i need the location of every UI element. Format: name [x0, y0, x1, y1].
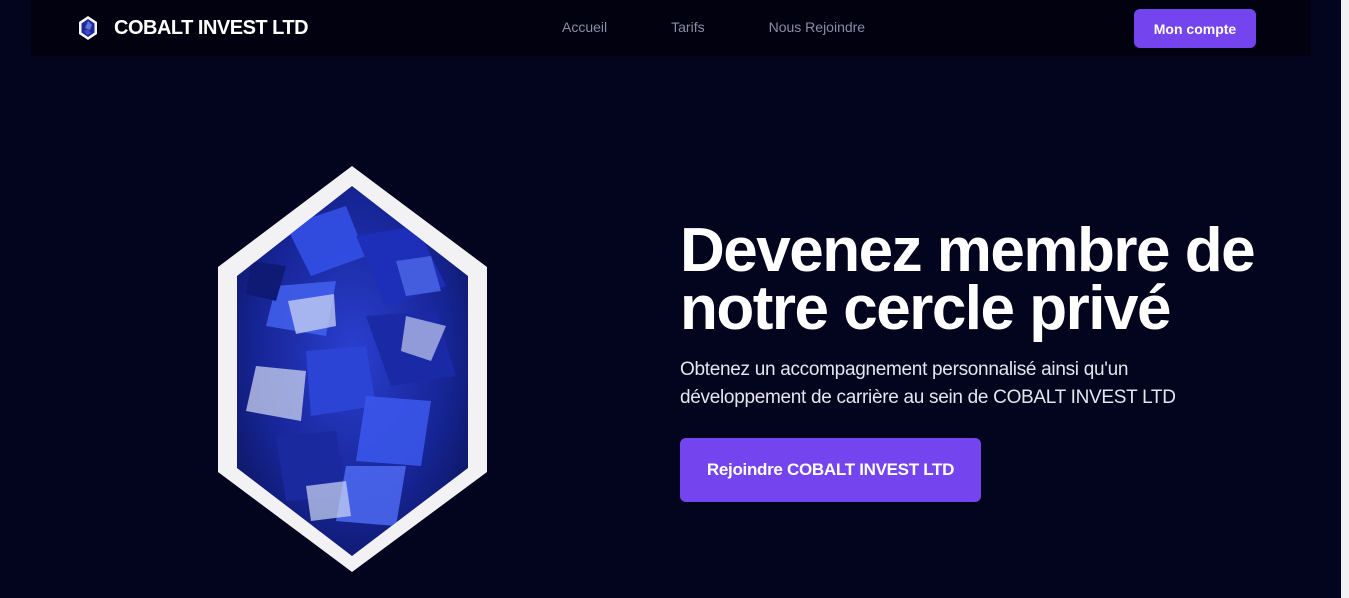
hero-subtitle-line1: Obtenez un accompagnement personnalisé a…	[680, 359, 1129, 380]
hero-title-line2: notre cercle privé	[680, 274, 1171, 343]
top-navbar: COBALT INVEST LTD Accueil Tarifs Nous Re…	[31, 0, 1311, 56]
hero-subtitle-line2: développement de carrière au sein de COB…	[680, 387, 1176, 408]
hero-title: Devenez membre de notre cercle privé	[680, 220, 1320, 340]
cobalt-crystal-hexagon-image	[218, 166, 487, 572]
main-nav: Accueil Tarifs Nous Rejoindre	[562, 19, 929, 35]
hexagon-crystal-icon	[79, 16, 97, 40]
hero-subtitle: Obtenez un accompagnement personnalisé a…	[680, 356, 1280, 412]
account-button[interactable]: Mon compte	[1134, 9, 1256, 48]
brand-name: COBALT INVEST LTD	[114, 16, 309, 39]
nav-link-tarifs[interactable]: Tarifs	[671, 19, 704, 35]
brand[interactable]: COBALT INVEST LTD	[78, 15, 309, 41]
nav-link-nous-rejoindre[interactable]: Nous Rejoindre	[769, 19, 866, 35]
join-cta-button[interactable]: Rejoindre COBALT INVEST LTD	[680, 438, 981, 502]
nav-link-accueil[interactable]: Accueil	[562, 19, 607, 35]
landing-page: COBALT INVEST LTD Accueil Tarifs Nous Re…	[0, 0, 1349, 598]
scrollbar-track[interactable]	[1341, 0, 1349, 598]
